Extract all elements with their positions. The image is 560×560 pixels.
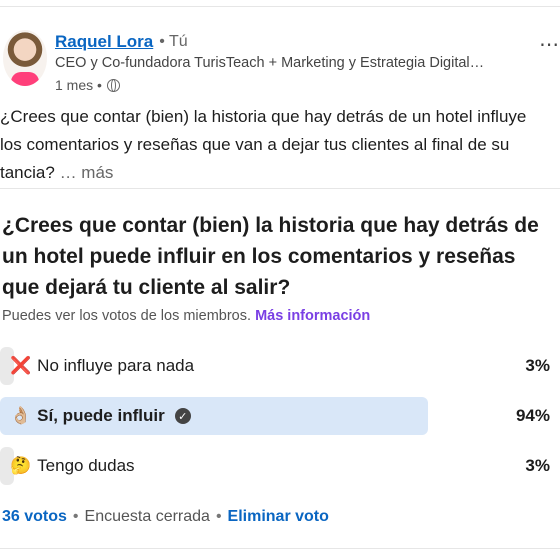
separator-dot: •: [72, 508, 79, 525]
poll-question: ¿Crees que contar (bien) la historia que…: [2, 214, 539, 299]
poll-option-text: Sí, puede influir: [37, 406, 165, 425]
see-more-link[interactable]: … más: [60, 163, 114, 182]
poll-visibility-note: Puedes ver los votos de los miembros. Má…: [2, 308, 370, 324]
poll-option-si-puede-influir[interactable]: 👌🏼 Sí, puede influir ✓ 94%: [0, 397, 556, 435]
poll-option-percent: 3%: [525, 456, 550, 475]
remove-vote-button[interactable]: Eliminar voto: [228, 508, 329, 526]
poll-note-text: Puedes ver los votos de los miembros.: [2, 308, 252, 324]
poll-option-percent: 3%: [525, 356, 550, 375]
more-info-link[interactable]: Más información: [255, 308, 370, 324]
votes-count-link[interactable]: 36 votos: [2, 508, 67, 526]
thinking-face-icon: 🤔: [10, 456, 32, 475]
poll-option-no-influye[interactable]: ❌ No influye para nada 3%: [0, 347, 556, 385]
ok-hand-icon: 👌🏼: [10, 406, 32, 425]
author-headline: CEO y Co-fundadora TurisTeach + Marketin…: [55, 55, 485, 71]
poll-status: Encuesta cerrada: [84, 508, 210, 525]
top-border: [0, 6, 560, 7]
you-label: • Tú: [159, 33, 188, 50]
separator-dot: •: [215, 508, 222, 525]
poll-option-label: 🤔 Tengo dudas: [10, 456, 135, 476]
author-name[interactable]: Raquel Lora: [55, 32, 153, 52]
author-row: Raquel Lora • Tú: [55, 32, 188, 52]
post-header: Raquel Lora • Tú CEO y Co-fundadora Turi…: [0, 22, 560, 94]
post-time-row: 1 mes •: [55, 77, 120, 93]
poll-option-tengo-dudas[interactable]: 🤔 Tengo dudas 3%: [0, 447, 556, 485]
poll-option-percent: 94%: [515, 406, 550, 425]
checkmark-icon: ✓: [174, 408, 191, 424]
more-options-icon[interactable]: ⋯: [539, 32, 560, 57]
poll-footer: 36 votos • Encuesta cerrada • Eliminar v…: [2, 508, 329, 526]
cross-mark-icon: ❌: [10, 356, 32, 375]
divider: [0, 188, 560, 189]
poll-option-text: No influye para nada: [37, 356, 195, 375]
post-text-line-3: tancia? … más: [0, 159, 560, 187]
post-text: ¿Crees que contar (bien) la historia que…: [0, 103, 560, 187]
avatar[interactable]: [3, 30, 47, 86]
post-text-line: los comentarios y reseñas que van a deja…: [0, 135, 510, 154]
poll-option-label: ❌ No influye para nada: [10, 356, 194, 376]
post-time: 1 mes •: [55, 77, 102, 93]
bottom-border: [0, 548, 560, 549]
poll-option-text: Tengo dudas: [37, 456, 135, 475]
globe-icon: [106, 78, 120, 92]
poll-option-label: 👌🏼 Sí, puede influir ✓: [10, 406, 191, 426]
post-text-end: tancia?: [0, 163, 55, 182]
post-text-line: ¿Crees que contar (bien) la historia que…: [0, 107, 527, 126]
